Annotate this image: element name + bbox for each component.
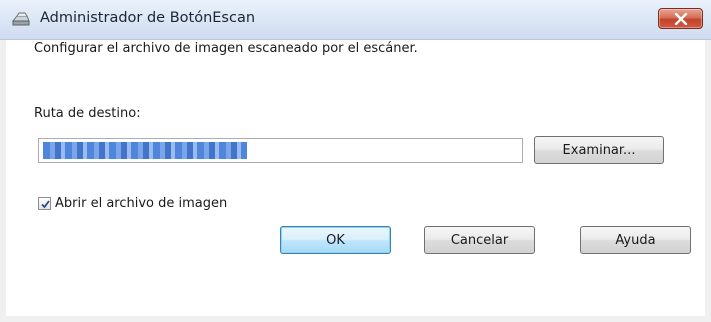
browse-button[interactable]: Examinar... [534, 136, 664, 164]
close-icon [674, 13, 688, 25]
dialog-body [6, 40, 705, 316]
checkmark-icon [41, 199, 50, 208]
open-image-checkbox-label: Abrir el archivo de imagen [55, 195, 228, 211]
help-button[interactable]: Ayuda [580, 226, 691, 254]
window-title: Administrador de BotónEscan [40, 10, 256, 26]
title-bar[interactable]: Administrador de BotónEscan [0, 0, 711, 40]
close-button[interactable] [658, 8, 703, 29]
destination-path-label: Ruta de destino: [34, 106, 141, 121]
open-image-checkbox-row[interactable]: Abrir el archivo de imagen [38, 194, 227, 212]
description-text: Configurar el archivo de imagen escanead… [34, 41, 418, 56]
redacted-path-text [43, 142, 247, 159]
ok-button[interactable]: OK [280, 226, 391, 254]
scanner-icon [11, 12, 30, 28]
dialog-window: Administrador de BotónEscan Configurar e… [0, 0, 711, 322]
cancel-button[interactable]: Cancelar [424, 226, 535, 254]
open-image-checkbox[interactable] [38, 196, 51, 210]
